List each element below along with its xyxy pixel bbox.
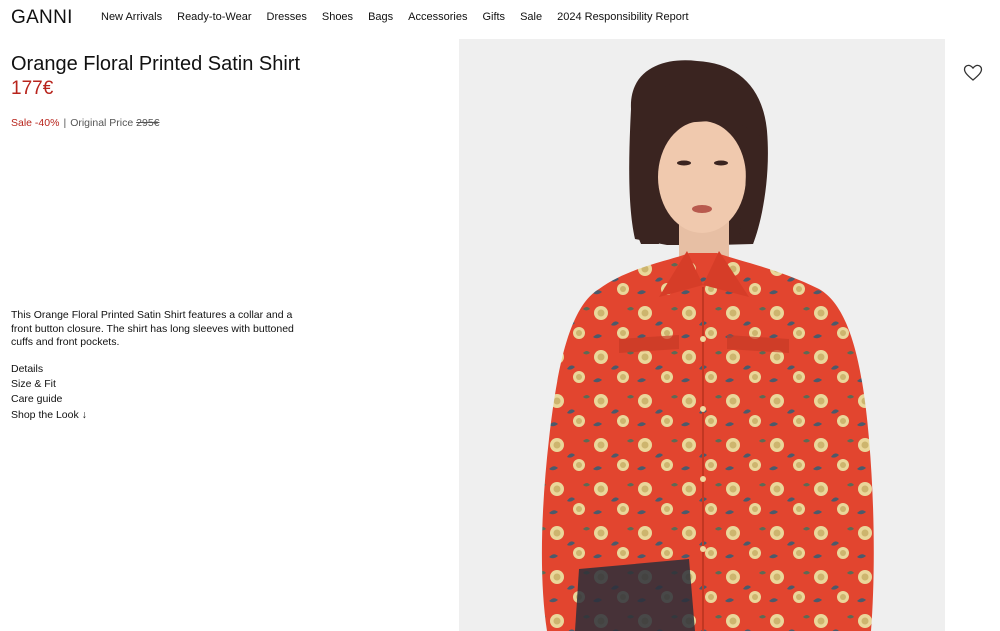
- product-detail-links: Details Size & Fit Care guide Shop the L…: [11, 362, 87, 423]
- nav-item-responsibility-report[interactable]: 2024 Responsibility Report: [557, 11, 688, 23]
- nav-item-shoes[interactable]: Shoes: [322, 11, 353, 23]
- nav-item-sale[interactable]: Sale: [520, 11, 542, 23]
- model-photo-illustration: [541, 60, 874, 631]
- product-image[interactable]: [459, 39, 945, 631]
- product-title: Orange Floral Printed Satin Shirt: [11, 53, 301, 75]
- sale-separator: |: [63, 117, 67, 129]
- details-link[interactable]: Details: [11, 362, 87, 377]
- nav-item-accessories[interactable]: Accessories: [408, 11, 467, 23]
- product-description: This Orange Floral Printed Satin Shirt f…: [11, 309, 294, 348]
- sale-info: Sale -40% | Original Price 295€: [11, 117, 160, 129]
- shop-the-look-link[interactable]: Shop the Look ↓: [11, 408, 87, 423]
- nav-item-gifts[interactable]: Gifts: [482, 11, 505, 23]
- nav-item-ready-to-wear[interactable]: Ready-to-Wear: [177, 11, 251, 23]
- original-price: 295€: [136, 117, 160, 129]
- nav-item-new-arrivals[interactable]: New Arrivals: [101, 11, 162, 23]
- care-guide-link[interactable]: Care guide: [11, 392, 87, 407]
- size-fit-link[interactable]: Size & Fit: [11, 377, 87, 392]
- heart-outline-icon: [963, 64, 983, 81]
- product-price: 177€: [11, 78, 54, 99]
- nav-item-bags[interactable]: Bags: [368, 11, 393, 23]
- main-nav: New Arrivals Ready-to-Wear Dresses Shoes…: [101, 11, 704, 23]
- brand-logo[interactable]: GANNI: [11, 7, 73, 29]
- wishlist-heart-icon[interactable]: [963, 64, 983, 82]
- original-price-label: Original Price: [70, 117, 137, 129]
- nav-item-dresses[interactable]: Dresses: [267, 11, 307, 23]
- sale-badge: Sale -40%: [11, 117, 60, 129]
- site-header: GANNI New Arrivals Ready-to-Wear Dresses…: [0, 0, 1000, 36]
